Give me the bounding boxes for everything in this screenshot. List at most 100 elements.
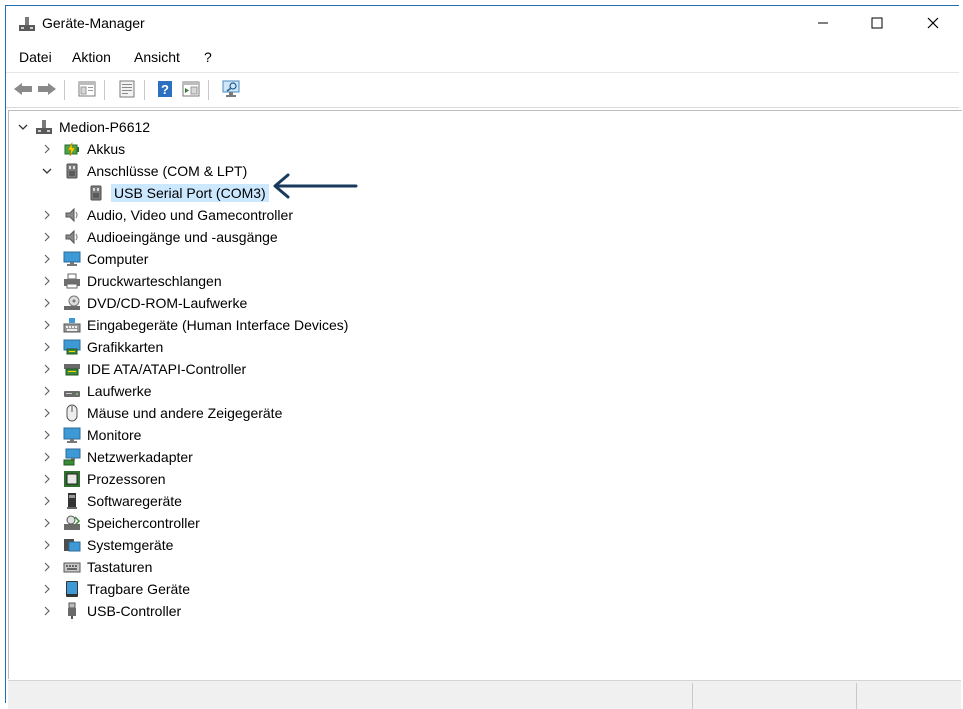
tree-item-dvd[interactable]: DVD/CD-ROM-Laufwerke — [41, 292, 247, 314]
processor-icon — [64, 471, 80, 487]
chevron-down-icon[interactable] — [17, 121, 29, 133]
tree-item-tastaturen[interactable]: Tastaturen — [41, 556, 152, 578]
forward-arrow-icon — [38, 83, 56, 95]
chevron-right-icon[interactable] — [41, 209, 53, 221]
tree-item-tragbare-geraete[interactable]: Tragbare Geräte — [41, 578, 190, 600]
menu-help[interactable]: ? — [204, 49, 212, 65]
chevron-right-icon[interactable] — [41, 451, 53, 463]
tree-item-grafikkarten[interactable]: Grafikkarten — [41, 336, 163, 358]
tree-item-druckwarteschlangen[interactable]: Druckwarteschlangen — [41, 270, 222, 292]
tree-item-label: Audioeingänge und -ausgänge — [87, 229, 278, 245]
tree-item-laufwerke[interactable]: Laufwerke — [41, 380, 152, 402]
minimize-button[interactable] — [800, 6, 846, 40]
storage-controller-icon — [64, 515, 81, 530]
chevron-right-icon[interactable] — [41, 341, 53, 353]
tree-item-audio-video[interactable]: Audio, Video und Gamecontroller — [41, 204, 293, 226]
chevron-right-icon[interactable] — [41, 429, 53, 441]
chevron-right-icon[interactable] — [41, 231, 53, 243]
tree-item-label: Prozessoren — [87, 471, 166, 487]
close-button[interactable] — [910, 6, 956, 40]
tree-item-speichercontroller[interactable]: Speichercontroller — [41, 512, 200, 534]
portable-device-icon — [66, 581, 78, 597]
tree-item-label: Monitore — [87, 427, 142, 443]
tree-item-akkus[interactable]: Akkus — [41, 138, 125, 160]
menu-datei[interactable]: Datei — [19, 49, 52, 65]
keyboard-icon — [63, 562, 81, 573]
ide-controller-icon — [64, 364, 80, 376]
help-icon: ? — [158, 81, 172, 97]
back-button[interactable] — [12, 78, 34, 100]
chevron-right-icon[interactable] — [41, 253, 53, 265]
system-device-icon — [64, 539, 81, 552]
tree-item-maeuse[interactable]: Mäuse und andere Zeigegeräte — [41, 402, 282, 424]
tree-item-label: DVD/CD-ROM-Laufwerke — [87, 295, 248, 311]
chevron-right-icon[interactable] — [41, 517, 53, 529]
scan-hardware-button[interactable] — [220, 78, 242, 100]
toolbar: ? — [6, 72, 959, 108]
chevron-right-icon[interactable] — [41, 539, 53, 551]
status-bar — [8, 680, 961, 709]
properties-button[interactable] — [116, 78, 138, 100]
disc-drive-icon — [64, 295, 80, 310]
help-button[interactable]: ? — [154, 78, 176, 100]
tree-item-usb-serial-port[interactable]: USB Serial Port (COM3) — [87, 182, 269, 204]
chevron-right-icon[interactable] — [41, 605, 53, 617]
chevron-right-icon[interactable] — [41, 297, 53, 309]
chevron-right-icon[interactable] — [41, 473, 53, 485]
network-icon — [63, 448, 81, 466]
toolbar-separator — [208, 80, 209, 100]
chevron-right-icon[interactable] — [41, 275, 53, 287]
battery-icon — [64, 141, 79, 157]
chevron-right-icon[interactable] — [41, 495, 53, 507]
chevron-right-icon[interactable] — [41, 385, 53, 397]
tree-item-label: Speichercontroller — [87, 515, 200, 531]
window-title: Geräte-Manager — [42, 15, 145, 31]
maximize-button[interactable] — [854, 6, 900, 40]
keyboard-device-icon — [63, 318, 81, 333]
back-arrow-icon — [14, 83, 32, 95]
tree-item-label: Laufwerke — [87, 383, 152, 399]
selected-device-label: USB Serial Port (COM3) — [111, 184, 269, 202]
disk-drive-icon — [64, 391, 80, 397]
menu-ansicht[interactable]: Ansicht — [134, 49, 180, 65]
svg-text:?: ? — [161, 82, 169, 97]
tree-item-label: USB-Controller — [87, 603, 182, 619]
tree-item-usb-controller[interactable]: USB-Controller — [41, 600, 181, 622]
mouse-icon — [66, 404, 78, 422]
chevron-right-icon[interactable] — [41, 363, 53, 375]
show-hide-console-tree-button[interactable] — [76, 78, 98, 100]
computer-tree-icon — [36, 120, 52, 134]
tree-item-netzwerkadapter[interactable]: Netzwerkadapter — [41, 446, 193, 468]
tree-item-computer[interactable]: Computer — [41, 248, 148, 270]
tree-item-systemgeraete[interactable]: Systemgeräte — [41, 534, 173, 556]
chevron-right-icon[interactable] — [41, 319, 53, 331]
serial-port-icon — [90, 185, 102, 201]
tree-root[interactable]: Medion-P6612 — [17, 116, 150, 138]
device-manager-window: Geräte-Manager Datei Aktion Ansicht ? ? … — [5, 5, 962, 709]
tree-item-eingabegeraete[interactable]: Eingabegeräte (Human Interface Devices) — [41, 314, 348, 336]
tree-item-ide[interactable]: IDE ATA/ATAPI-Controller — [41, 358, 246, 380]
menu-aktion[interactable]: Aktion — [72, 49, 111, 65]
title-bar[interactable]: Geräte-Manager — [6, 6, 959, 40]
chevron-right-icon[interactable] — [41, 561, 53, 573]
tree-item-prozessoren[interactable]: Prozessoren — [41, 468, 166, 490]
chevron-right-icon[interactable] — [41, 407, 53, 419]
action-pane-button[interactable] — [180, 78, 202, 100]
toolbar-separator — [104, 80, 105, 100]
display-adapter-icon — [63, 339, 81, 355]
tree-item-anschluesse[interactable]: Anschlüsse (COM & LPT) — [41, 160, 247, 182]
tree-item-label: Eingabegeräte (Human Interface Devices) — [87, 317, 349, 333]
monitor-scan-icon — [222, 80, 240, 97]
forward-button[interactable] — [36, 78, 58, 100]
chevron-right-icon[interactable] — [41, 583, 53, 595]
device-manager-icon — [19, 17, 35, 31]
properties-pane-icon — [78, 81, 96, 97]
chevron-right-icon[interactable] — [41, 143, 53, 155]
tree-item-audio-io[interactable]: Audioeingänge und -ausgänge — [41, 226, 278, 248]
tree-item-softwaregeraete[interactable]: Softwaregeräte — [41, 490, 182, 512]
close-icon — [927, 17, 939, 29]
chevron-down-icon[interactable] — [41, 165, 53, 177]
tree-item-monitore[interactable]: Monitore — [41, 424, 141, 446]
tree-item-label: Grafikkarten — [87, 339, 164, 355]
port-icon — [66, 163, 78, 179]
